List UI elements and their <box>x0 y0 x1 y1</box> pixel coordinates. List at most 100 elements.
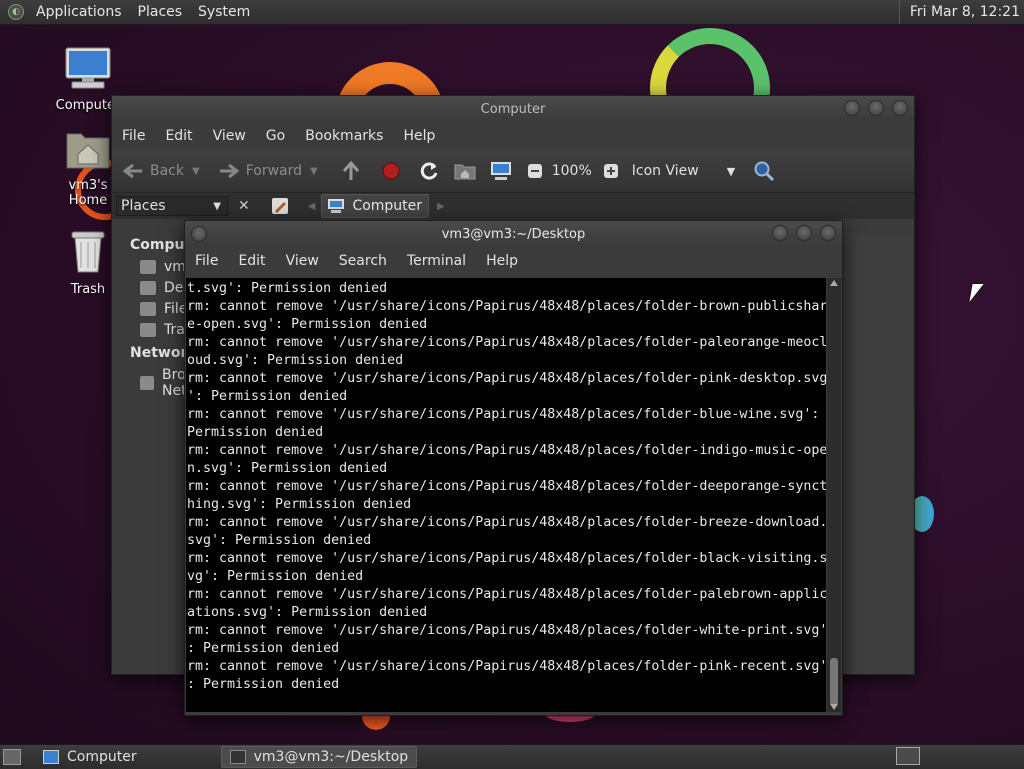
terminal-menu-view[interactable]: View <box>276 253 329 269</box>
zoom-out-icon <box>524 160 546 182</box>
terminal-line: ': Permission denied <box>187 389 348 404</box>
network-icon <box>140 376 155 390</box>
terminal-line: rm: cannot remove '/usr/share/icons/Papi… <box>187 335 826 350</box>
terminal-line: n.svg': Permission denied <box>187 461 388 476</box>
forward-history-dropdown-icon[interactable]: ▼ <box>310 166 318 177</box>
terminal-line: : Permission denied <box>187 641 340 656</box>
terminal-line: oud.svg': Permission denied <box>187 353 404 368</box>
back-button[interactable]: Back ▼ <box>122 160 200 182</box>
search-button[interactable] <box>753 160 781 182</box>
location-button-computer[interactable]: Computer <box>321 194 430 218</box>
chevron-down-icon: ▼ <box>726 164 736 178</box>
home-button[interactable] <box>454 160 482 182</box>
fm-menu-help[interactable]: Help <box>393 128 445 144</box>
up-arrow-icon <box>340 160 362 182</box>
fm-menu-bookmarks[interactable]: Bookmarks <box>295 128 393 144</box>
computer-small-icon <box>328 199 345 213</box>
back-history-dropdown-icon[interactable]: ▼ <box>192 166 200 177</box>
terminal-line: rm: cannot remove '/usr/share/icons/Papi… <box>187 299 826 314</box>
terminal-line: rm: cannot remove '/usr/share/icons/Papi… <box>187 623 826 638</box>
close-button[interactable] <box>892 100 908 116</box>
close-side-pane-icon[interactable]: ✕ <box>238 198 250 214</box>
minimize-button[interactable] <box>844 100 860 116</box>
zoom-in-button[interactable] <box>600 160 628 182</box>
menu-places[interactable]: Places <box>130 4 191 20</box>
terminal-line: rm: cannot remove '/usr/share/icons/Papi… <box>187 659 826 674</box>
back-label: Back <box>150 163 184 179</box>
menu-system[interactable]: System <box>190 4 258 20</box>
terminal-titlebar[interactable]: vm3@vm3:~/Desktop <box>185 221 842 247</box>
terminal-window-title: vm3@vm3:~/Desktop <box>441 226 586 242</box>
terminal-scrollbar[interactable] <box>827 278 841 712</box>
terminal-menu-edit[interactable]: Edit <box>228 253 275 269</box>
window-menu-icon[interactable] <box>191 226 207 242</box>
terminal-line: rm: cannot remove '/usr/share/icons/Papi… <box>187 479 826 494</box>
stop-button[interactable] <box>380 160 408 182</box>
up-button[interactable] <box>340 160 368 182</box>
fm-menu-view[interactable]: View <box>203 128 256 144</box>
reload-button[interactable] <box>418 160 446 182</box>
terminal-line: rm: cannot remove '/usr/share/icons/Papi… <box>187 551 826 566</box>
terminal-line: rm: cannot remove '/usr/share/icons/Papi… <box>187 371 826 386</box>
scroll-up-icon[interactable] <box>830 280 838 286</box>
terminal-line: hing.svg': Permission denied <box>187 497 412 512</box>
computer-button[interactable] <box>490 160 518 182</box>
terminal-line: : Permission denied <box>187 677 340 692</box>
terminal-line: e-open.svg': Permission denied <box>187 317 428 332</box>
fm-titlebar[interactable]: Computer <box>112 96 914 122</box>
forward-label: Forward <box>245 163 303 179</box>
minimize-button[interactable] <box>772 225 788 241</box>
terminal-line: Permission denied <box>187 425 324 440</box>
menu-applications[interactable]: Applications <box>28 4 130 20</box>
terminal-line: rm: cannot remove '/usr/share/icons/Papi… <box>187 407 820 422</box>
scroll-down-icon[interactable] <box>830 704 838 710</box>
maximize-button[interactable] <box>868 100 884 116</box>
terminal-line: ations.svg': Permission denied <box>187 605 428 620</box>
taskbar-item-label: vm3@vm3:~/Desktop <box>253 749 409 765</box>
fm-window-title: Computer <box>480 101 546 117</box>
view-mode-value: Icon View <box>631 163 699 179</box>
reload-icon <box>418 160 440 182</box>
clock[interactable]: Fri Mar 8, 12:21 <box>898 0 1024 24</box>
fm-menubar: File Edit View Go Bookmarks Help <box>112 122 914 150</box>
search-icon <box>753 160 775 182</box>
fm-menu-go[interactable]: Go <box>256 128 295 144</box>
terminal-menu-terminal[interactable]: Terminal <box>397 253 476 269</box>
close-button[interactable] <box>820 225 836 241</box>
distro-logo-icon[interactable]: ◐ <box>8 4 24 20</box>
computer-small-icon <box>490 160 512 182</box>
view-mode-select[interactable]: Icon View ▼ <box>632 163 735 179</box>
fm-menu-file[interactable]: File <box>112 128 155 144</box>
taskbar-item-terminal[interactable]: vm3@vm3:~/Desktop <box>220 746 418 768</box>
trash-small-icon <box>140 323 156 337</box>
terminal-text: t.svg': Permission denied rm: cannot remo… <box>186 278 826 694</box>
location-scroll-left-icon[interactable]: ◀ <box>308 201 316 212</box>
fm-menu-edit[interactable]: Edit <box>155 128 202 144</box>
fm-toolbar: Back ▼ Forward ▼ 100% Icon View ▼ <box>112 150 914 192</box>
edit-location-icon[interactable] <box>271 198 288 214</box>
home-folder-icon <box>140 260 156 274</box>
scrollbar-thumb[interactable] <box>830 658 838 706</box>
stop-icon <box>380 160 402 182</box>
top-panel: ◐ Applications Places System Fri Mar 8, … <box>0 0 1024 25</box>
terminal-icon <box>229 750 246 764</box>
zoom-out-button[interactable] <box>524 160 552 182</box>
workspace-switcher[interactable] <box>896 747 920 765</box>
terminal-line: rm: cannot remove '/usr/share/icons/Papi… <box>187 443 826 458</box>
forward-button[interactable]: Forward ▼ <box>218 160 318 182</box>
show-desktop-icon[interactable] <box>3 749 21 765</box>
taskbar-item-computer[interactable]: Computer <box>35 746 145 768</box>
bottom-panel: Computer vm3@vm3:~/Desktop <box>0 744 1024 769</box>
maximize-button[interactable] <box>796 225 812 241</box>
terminal-output[interactable]: t.svg': Permission denied rm: cannot remo… <box>186 278 826 712</box>
back-arrow-icon <box>122 160 144 182</box>
forward-arrow-icon <box>218 160 240 182</box>
terminal-menu-help[interactable]: Help <box>476 253 528 269</box>
side-pane-selector[interactable]: Places ▼ <box>116 196 228 216</box>
zoom-level[interactable]: 100% <box>552 163 592 179</box>
location-scroll-right-icon[interactable]: ▶ <box>437 201 445 212</box>
terminal-menu-file[interactable]: File <box>185 253 228 269</box>
terminal-line: rm: cannot remove '/usr/share/icons/Papi… <box>187 587 826 602</box>
terminal-menu-search[interactable]: Search <box>329 253 397 269</box>
terminal-line: t.svg': Permission denied <box>187 281 388 296</box>
